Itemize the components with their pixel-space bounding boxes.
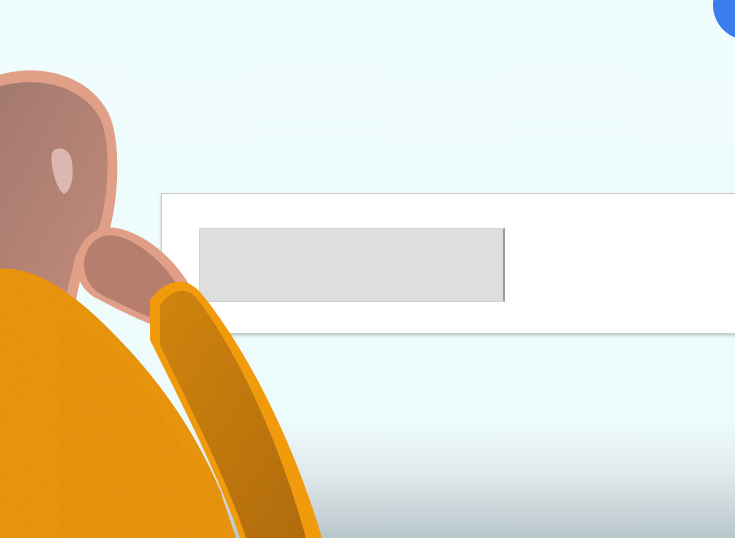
ear [51, 148, 73, 194]
blue-circle-decoration [713, 0, 735, 40]
torso-shade [60, 320, 222, 538]
illustration-scene [0, 0, 735, 538]
search-input[interactable] [199, 228, 505, 302]
head [0, 82, 108, 296]
search-card [161, 193, 735, 334]
head-outline [0, 70, 118, 300]
